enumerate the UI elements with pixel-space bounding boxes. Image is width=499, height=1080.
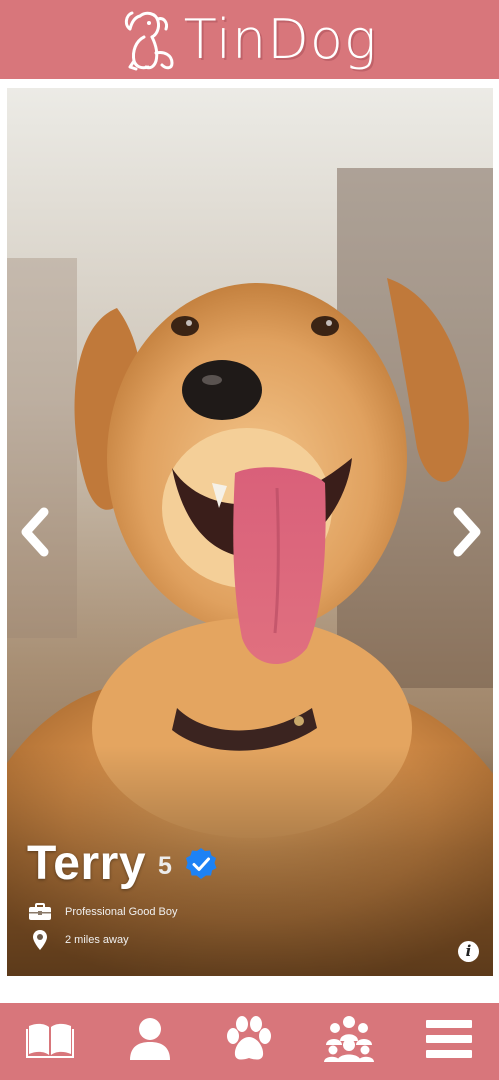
group-icon	[323, 1015, 375, 1068]
app-header: TinDog	[0, 0, 499, 79]
user-icon	[128, 1016, 172, 1067]
chevron-right-icon	[450, 507, 484, 562]
distance-row: 2 miles away	[27, 929, 218, 951]
profile-name: Terry	[27, 837, 147, 890]
brand-logo[interactable]: TinDog	[122, 7, 378, 73]
next-photo-button[interactable]	[447, 506, 487, 562]
tab-profile[interactable]	[120, 1012, 180, 1072]
profile-card[interactable]: Terry 5 Professional Good Boy 2 miles aw…	[7, 88, 493, 976]
briefcase-icon	[27, 903, 53, 921]
brand-name: TinDog	[183, 7, 378, 71]
tab-menu[interactable]	[419, 1012, 479, 1072]
location-pin-icon	[27, 929, 53, 951]
dog-outline-icon	[122, 7, 178, 73]
tab-community[interactable]	[319, 1012, 379, 1072]
menu-icon	[426, 1020, 473, 1063]
tab-matches[interactable]	[219, 1012, 279, 1072]
info-button[interactable]: i	[458, 941, 479, 962]
name-row: Terry 5	[27, 836, 218, 891]
job-title: Professional Good Boy	[65, 906, 178, 918]
paw-icon	[224, 1015, 274, 1068]
book-icon	[25, 1020, 74, 1063]
chevron-left-icon	[18, 507, 52, 562]
verified-check-icon	[184, 847, 218, 886]
job-row: Professional Good Boy	[27, 903, 218, 921]
tab-stories[interactable]	[20, 1012, 80, 1072]
bottom-nav	[0, 1003, 499, 1080]
distance-text: 2 miles away	[65, 934, 129, 946]
profile-age: 5	[158, 852, 172, 880]
profile-info: Terry 5 Professional Good Boy 2 miles aw…	[27, 836, 218, 951]
previous-photo-button[interactable]	[15, 506, 55, 562]
